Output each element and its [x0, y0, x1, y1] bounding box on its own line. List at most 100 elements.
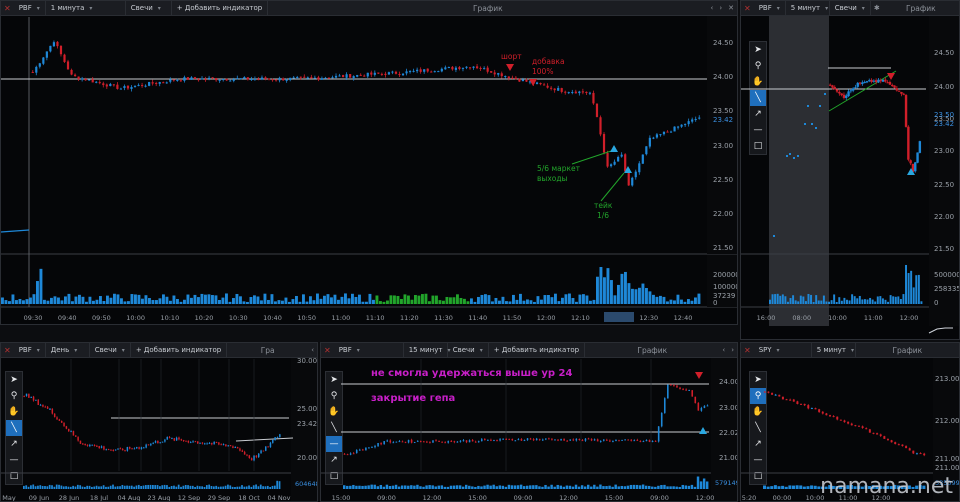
candle-body	[447, 441, 450, 443]
volume-bar	[492, 484, 495, 489]
x-axis-tick-label: 23 Aug	[147, 494, 170, 502]
volume-bar	[71, 301, 74, 304]
volume-bar	[323, 295, 326, 304]
candle-body	[67, 428, 70, 432]
x-axis-tick-label: 04 Nov	[267, 494, 290, 502]
volume-bar	[655, 296, 659, 304]
candle-body	[687, 121, 690, 125]
volume-bar	[319, 298, 323, 304]
volume-bar	[577, 486, 581, 489]
candle-body	[187, 440, 190, 443]
candle-body	[613, 161, 616, 165]
candle-body	[493, 440, 495, 442]
volume-bar	[407, 295, 410, 304]
volume-bar	[260, 300, 263, 304]
volume-bar	[88, 296, 92, 304]
candle-body	[162, 82, 165, 84]
candle-body	[620, 154, 623, 157]
candle-body	[627, 439, 629, 441]
volume-bar	[446, 486, 450, 489]
volume-bar	[631, 288, 634, 304]
candle-body	[648, 440, 651, 442]
candle-body	[412, 70, 415, 72]
fifteen-minute-candlestick-chart[interactable]: 24.00 23.00 22.02 21.00 не смогла удержаться…	[321, 343, 738, 502]
candle-body	[858, 82, 862, 84]
candle-body	[386, 440, 389, 442]
volume-bar	[699, 481, 703, 489]
volume-bar	[498, 485, 501, 489]
candle-body	[117, 448, 119, 450]
candle-body	[126, 85, 130, 89]
volume-bar	[894, 296, 897, 304]
candle-body	[706, 405, 709, 407]
candle-body	[398, 441, 401, 443]
volume-bar	[183, 299, 186, 304]
volume-bar	[95, 299, 99, 304]
volume-bar	[62, 486, 65, 489]
volume-bar	[519, 293, 522, 304]
volume-bar	[428, 485, 431, 489]
volume-bar	[613, 295, 617, 304]
volume-bar	[599, 484, 602, 489]
volume-bar	[39, 485, 42, 489]
candle-body	[673, 126, 676, 132]
candle-body	[121, 448, 124, 451]
x-axis-tick-label: 12:00	[423, 494, 442, 502]
volume-bar	[114, 486, 117, 489]
y-axis-tick-label: 22.00	[713, 210, 733, 218]
candle-body	[365, 447, 367, 451]
volume-bar	[825, 301, 828, 304]
candle-body	[538, 438, 541, 440]
candle-body	[180, 439, 183, 441]
main-candlestick-chart[interactable]: 24.50 24.00 23.50 23.00 22.50 22.00 21.50 23.42…	[1, 1, 738, 325]
daily-candlestick-chart[interactable]: 30.00 25.00 23.42 20.00 6046481 May 09 Jun 28 J…	[1, 343, 318, 502]
volume-bar	[81, 296, 85, 304]
volume-bar	[208, 484, 211, 489]
volume-bar	[477, 296, 480, 304]
volume-bar	[533, 301, 536, 304]
volume-bar	[672, 486, 675, 489]
volume-bar	[861, 299, 864, 304]
candle-body	[346, 454, 349, 456]
candle-body	[392, 442, 395, 444]
volume-bar	[76, 484, 79, 489]
volume-bar	[513, 485, 517, 489]
volume-bar	[193, 294, 197, 304]
volume-bar	[678, 486, 681, 489]
candle-body	[595, 103, 599, 117]
volume-bar	[684, 485, 688, 489]
volume-bar	[645, 287, 648, 304]
candle-body	[685, 389, 687, 391]
candle-body	[525, 80, 528, 82]
candle-body	[257, 453, 260, 457]
candle-body	[171, 438, 173, 440]
candle-body	[250, 79, 253, 81]
volume-bar	[361, 301, 365, 304]
volume-bar	[515, 299, 519, 304]
volume-bar	[74, 296, 78, 304]
candle-body	[426, 441, 428, 443]
candle-body	[642, 441, 645, 443]
candle-body	[606, 439, 608, 441]
candle-body	[391, 71, 394, 73]
last-price-label: 23.50	[934, 111, 954, 119]
volume-bar	[428, 301, 431, 304]
candle-body	[901, 444, 904, 447]
daily-chart-panel: ✕ PBF ▾ День ▾ Свечи ▾ + Добавить индикатор…	[0, 342, 318, 502]
volume-bar	[99, 296, 102, 304]
y-axis-tick-label: 211.00	[935, 464, 960, 472]
candle-body	[49, 408, 51, 410]
volume-bar	[57, 297, 60, 304]
candle-body	[599, 117, 602, 135]
volume-bar	[337, 299, 340, 304]
volume-bar	[83, 486, 86, 489]
candle-body	[241, 450, 244, 452]
candle-body	[602, 134, 606, 153]
five-minute-candlestick-chart[interactable]: 24.5024.0023.5023.0022.5022.0021.5023.50…	[741, 1, 960, 340]
candle-body	[63, 54, 66, 62]
candle-body	[905, 446, 908, 449]
candle-body	[154, 441, 157, 443]
candle-body	[264, 77, 267, 80]
volume-bar	[501, 296, 505, 304]
candle-body	[215, 442, 218, 444]
